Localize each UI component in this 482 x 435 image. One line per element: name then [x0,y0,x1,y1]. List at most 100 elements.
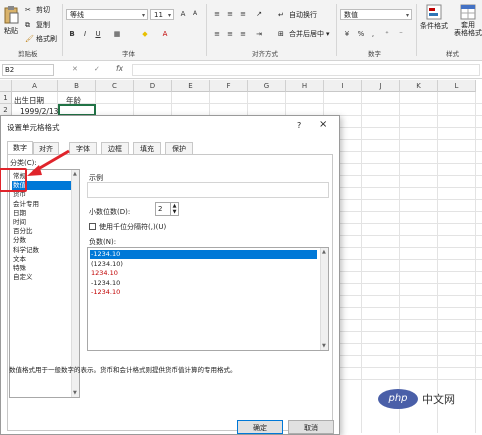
help-button[interactable]: ? [297,121,301,130]
scroll-up-icon[interactable]: ▲ [322,249,326,255]
increase-decimal-icon: ⁺ [385,30,389,38]
category-item[interactable]: 时间 [12,218,73,227]
orientation-button[interactable]: ↗ [254,9,264,19]
watermark-logo: php 中文网 [378,388,478,410]
name-box[interactable]: B2 [2,64,54,76]
column-header-b[interactable]: B [58,80,96,92]
grid-line [399,92,400,433]
category-item[interactable]: 会计专用 [12,200,73,209]
close-button[interactable]: × [319,119,327,130]
thousands-separator-checkbox[interactable] [89,223,96,230]
underline-button[interactable]: U [93,29,103,39]
number-format-select[interactable]: 数值 ▾ [340,9,412,20]
row-header-1[interactable]: 1 [0,92,12,104]
confirm-entry-icon[interactable]: ✓ [94,65,100,73]
negative-numbers-list[interactable]: -1234.10 (1234.10) 1234.10 -1234.10 -1234.10… [87,247,329,351]
tab-label: 边框 [108,145,122,153]
column-header-f[interactable]: F [210,80,248,92]
negative-format-item[interactable]: -1234.10 [90,250,317,259]
category-scrollbar[interactable]: ▲ ▼ [71,170,79,397]
column-header-a[interactable]: A [12,80,58,92]
font-color-button[interactable]: A [160,29,170,39]
decimals-input[interactable]: 2 [155,202,171,216]
merge-icon: ⊞ [278,29,284,38]
indent-button[interactable]: ⇥ [254,29,264,39]
category-item[interactable]: 特殊 [12,264,73,273]
fill-color-button[interactable]: ◆ [140,29,150,39]
underline-icon: U [95,30,101,38]
wrap-text-button[interactable]: ↵ 自动换行 [278,10,317,20]
font-name-select[interactable]: 等线 ▾ [66,9,148,20]
font-size-select[interactable]: 11 ▾ [150,9,174,20]
category-item[interactable]: 分数 [12,236,73,245]
cancel-button[interactable]: 取消 [288,420,334,434]
border-button[interactable]: ▦ [112,29,122,39]
align-right-button[interactable]: ≡ [238,29,248,39]
decrease-decimal-icon: ⁻ [399,30,403,38]
column-header-j[interactable]: J [362,80,400,92]
comma-button[interactable]: , [368,29,378,39]
increase-decimal-button[interactable]: ⁺ [382,29,392,39]
percent-button[interactable]: % [356,29,366,39]
conditional-format-icon [426,4,442,20]
category-item[interactable]: 百分比 [12,227,73,236]
cut-button[interactable]: ✂ 剪切 [25,5,50,15]
divider [416,4,417,56]
paste-button[interactable]: 粘贴 [3,6,19,36]
cell-a1[interactable]: 出生日期 [14,95,44,106]
annotation-arrow-icon [27,149,70,176]
currency-icon: ¥ [344,30,350,38]
shrink-font-button[interactable]: A [190,9,200,19]
align-center-button[interactable]: ≡ [225,29,235,39]
format-painter-button[interactable]: 🖌 格式刷 [25,34,57,44]
spin-down-icon[interactable]: ▼ [171,209,178,215]
tab-font[interactable]: 字体 [69,142,97,154]
category-item[interactable]: 文本 [12,255,73,264]
scroll-down-icon[interactable]: ▼ [73,390,77,396]
bold-button[interactable]: B [67,29,77,39]
align-middle-button[interactable]: ≡ [225,9,235,19]
tab-border[interactable]: 边框 [101,142,129,154]
scroll-down-icon[interactable]: ▼ [322,343,326,349]
negative-format-item[interactable]: 1234.10 [90,269,317,278]
category-item[interactable]: 日期 [12,209,73,218]
column-header-d[interactable]: D [134,80,172,92]
negative-format-item[interactable]: (1234.10) [90,260,317,269]
formula-input[interactable] [132,64,480,76]
grow-font-button[interactable]: A [178,9,188,19]
column-header-h[interactable]: H [286,80,324,92]
ok-button[interactable]: 确定 [237,420,283,434]
column-header-i[interactable]: I [324,80,362,92]
align-bottom-button[interactable]: ≡ [238,9,248,19]
column-header-g[interactable]: G [248,80,286,92]
align-left-button[interactable]: ≡ [212,29,222,39]
merge-center-button[interactable]: ⊞ 合并后居中 ▾ [278,29,330,39]
scroll-up-icon[interactable]: ▲ [73,171,77,177]
decrease-decimal-button[interactable]: ⁻ [396,29,406,39]
column-header-l[interactable]: L [438,80,476,92]
scissors-icon: ✂ [25,5,31,14]
styles-group-label: 样式 [446,50,459,58]
column-header-c[interactable]: C [96,80,134,92]
decimals-spinner[interactable]: ▲ ▼ [171,202,179,216]
negative-format-item[interactable]: -1234.10 [90,279,317,288]
conditional-format-button[interactable]: 条件格式 [420,4,448,31]
negative-format-item[interactable]: -1234.10 [90,288,317,297]
tab-fill[interactable]: 填充 [133,142,161,154]
copy-button[interactable]: ⧉ 复制 [25,20,50,30]
category-item[interactable]: 自定义 [12,273,73,282]
cancel-entry-icon[interactable]: ✕ [72,65,78,73]
divider [62,4,63,56]
tab-protection[interactable]: 保护 [165,142,193,154]
format-as-table-button[interactable]: 套用 表格格式 [454,4,482,37]
category-item[interactable]: 科学记数 [12,246,73,255]
column-header-k[interactable]: K [400,80,438,92]
number-format-value: 数值 [344,11,358,19]
negative-list-scrollbar[interactable]: ▲ ▼ [320,248,328,350]
italic-button[interactable]: I [80,29,90,39]
currency-button[interactable]: ¥ [342,29,352,39]
select-all-corner[interactable] [0,80,12,92]
column-header-e[interactable]: E [172,80,210,92]
align-top-button[interactable]: ≡ [212,9,222,19]
insert-function-button[interactable]: fx [116,64,123,73]
